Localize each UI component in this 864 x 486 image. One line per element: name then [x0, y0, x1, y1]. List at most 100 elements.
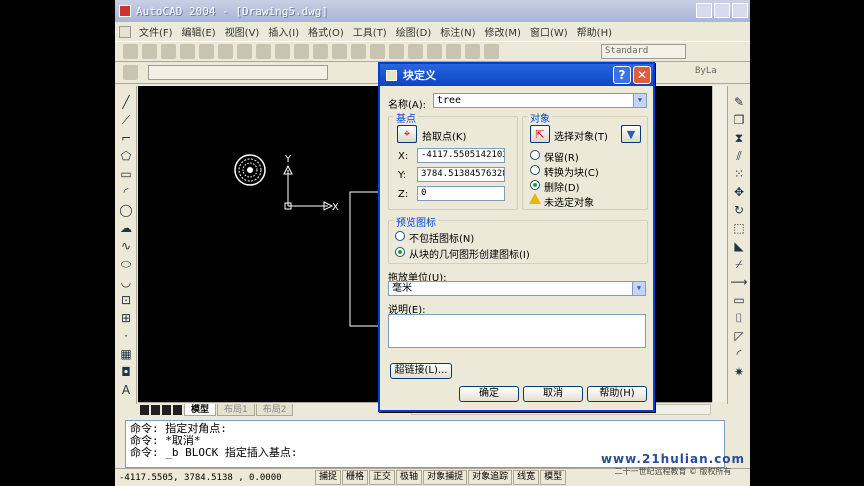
move-icon[interactable]: ✥	[731, 184, 747, 200]
help-button[interactable]: 帮助(H)	[587, 386, 647, 402]
trim-icon[interactable]: ⌿	[731, 256, 747, 272]
tab-prev-icon[interactable]	[151, 404, 160, 415]
publish-icon[interactable]	[218, 44, 233, 59]
zoom-window-icon[interactable]	[389, 44, 404, 59]
tab-last-icon[interactable]	[173, 404, 182, 415]
stretch-icon[interactable]: ◣	[731, 238, 747, 254]
revision-cloud-icon[interactable]: ☁	[118, 220, 134, 236]
lineweight-toggle[interactable]: 线宽	[513, 470, 540, 485]
zoom-previous-icon[interactable]	[408, 44, 423, 59]
redo-icon[interactable]	[332, 44, 347, 59]
copy-object-icon[interactable]: ❐	[731, 112, 747, 128]
tab-model[interactable]: 模型	[184, 403, 217, 416]
hyperlink-button[interactable]: 超链接(L)...	[390, 363, 452, 379]
minimize-button[interactable]	[696, 3, 712, 18]
pan-icon[interactable]	[351, 44, 366, 59]
convert-to-block-radio[interactable]	[530, 165, 540, 175]
drag-units-combo[interactable]: 毫米 ▼	[388, 281, 646, 296]
fillet-icon[interactable]: ◜	[731, 346, 747, 362]
pick-point-icon[interactable]: ⌖	[397, 125, 417, 143]
retain-radio[interactable]	[530, 150, 540, 160]
grid-toggle[interactable]: 栅格	[342, 470, 369, 485]
menu-draw[interactable]: 绘图(D)	[396, 24, 432, 39]
extend-icon[interactable]: ⟶	[730, 274, 747, 290]
chamfer-icon[interactable]: ◸	[731, 328, 747, 344]
layer-select[interactable]	[148, 65, 328, 80]
open-file-icon[interactable]	[142, 44, 157, 59]
z-input[interactable]: 0	[417, 186, 505, 201]
scale-icon[interactable]: ⬚	[731, 220, 747, 236]
description-textarea[interactable]	[388, 314, 646, 348]
construction-line-icon[interactable]: ⟋	[118, 112, 134, 128]
ellipse-icon[interactable]: ⬭	[118, 256, 134, 272]
arc-icon[interactable]: ◜	[118, 184, 134, 200]
paste-icon[interactable]	[275, 44, 290, 59]
chevron-down-icon[interactable]: ▼	[633, 94, 646, 107]
line-icon[interactable]: ╱	[118, 94, 134, 110]
maximize-button[interactable]	[714, 3, 730, 18]
create-icon-radio[interactable]	[395, 247, 405, 257]
ellipse-arc-icon[interactable]: ◡	[118, 274, 134, 290]
tab-layout2[interactable]: 布局2	[255, 403, 294, 416]
polar-toggle[interactable]: 极轴	[396, 470, 423, 485]
explode-icon[interactable]: ✷	[731, 364, 747, 380]
design-center-icon[interactable]	[446, 44, 461, 59]
menu-modify[interactable]: 修改(M)	[485, 24, 521, 39]
ortho-toggle[interactable]: 正交	[369, 470, 396, 485]
new-file-icon[interactable]	[123, 44, 138, 59]
menu-window[interactable]: 窗口(W)	[530, 24, 568, 39]
osnap-toggle[interactable]: 对象捕捉	[423, 470, 468, 485]
y-input[interactable]: 3784.513845763282	[417, 167, 505, 182]
tab-first-icon[interactable]	[140, 404, 149, 415]
linetype-select[interactable]: ByLa	[695, 66, 717, 76]
menu-insert[interactable]: 插入(I)	[268, 24, 299, 39]
x-input[interactable]: -4117.55051421032	[417, 148, 505, 163]
quick-select-icon[interactable]: ▼	[621, 125, 641, 143]
zoom-realtime-icon[interactable]	[370, 44, 385, 59]
menu-format[interactable]: 格式(O)	[308, 24, 344, 39]
region-icon[interactable]: ◘	[118, 364, 134, 380]
autocad-app-icon[interactable]	[119, 5, 131, 17]
cancel-button[interactable]: 取消	[523, 386, 583, 402]
print-preview-icon[interactable]	[199, 44, 214, 59]
help-icon[interactable]	[465, 44, 480, 59]
spline-icon[interactable]: ∿	[118, 238, 134, 254]
point-icon[interactable]: ·	[118, 328, 134, 344]
otrack-toggle[interactable]: 对象追踪	[468, 470, 513, 485]
print-icon[interactable]	[180, 44, 195, 59]
polygon-icon[interactable]: ⬠	[118, 148, 134, 164]
document-icon[interactable]	[119, 25, 131, 38]
menu-dimension[interactable]: 标注(N)	[440, 24, 475, 39]
select-objects-icon[interactable]: ⇱	[530, 125, 550, 143]
polyline-icon[interactable]: ⌐	[118, 130, 134, 146]
make-block-icon[interactable]: ⊞	[118, 310, 134, 326]
properties-icon[interactable]	[427, 44, 442, 59]
snap-toggle[interactable]: 捕捉	[315, 470, 342, 485]
insert-block-icon[interactable]: ⊡	[118, 292, 134, 308]
text-style-icon[interactable]	[484, 44, 499, 59]
vertical-scrollbar[interactable]	[712, 86, 726, 402]
ok-button[interactable]: 确定	[459, 386, 519, 402]
save-icon[interactable]	[161, 44, 176, 59]
array-icon[interactable]: ⁙	[731, 166, 747, 182]
chevron-down-icon[interactable]: ▼	[632, 282, 645, 295]
rectangle-icon[interactable]: ▭	[118, 166, 134, 182]
break-at-point-icon[interactable]: ⌷	[731, 310, 747, 326]
delete-radio[interactable]	[530, 180, 540, 190]
copy-icon[interactable]	[256, 44, 271, 59]
tab-next-icon[interactable]	[162, 404, 171, 415]
select-objects-label[interactable]: 选择对象(T)	[554, 128, 608, 143]
pick-point-label[interactable]: 拾取点(K)	[422, 128, 466, 143]
dialog-help-button[interactable]: ?	[613, 66, 631, 84]
block-name-combo[interactable]: tree ▼	[433, 93, 647, 108]
multiline-text-icon[interactable]: A	[118, 382, 134, 398]
erase-icon[interactable]: ✎	[731, 94, 747, 110]
menu-tools[interactable]: 工具(T)	[353, 24, 387, 39]
tab-layout1[interactable]: 布局1	[217, 403, 255, 416]
cut-icon[interactable]	[237, 44, 252, 59]
no-icon-radio[interactable]	[395, 231, 405, 241]
match-properties-icon[interactable]	[294, 44, 309, 59]
rotate-icon[interactable]: ↻	[731, 202, 747, 218]
mirror-icon[interactable]: ⧗	[731, 130, 747, 146]
menu-view[interactable]: 视图(V)	[225, 24, 260, 39]
